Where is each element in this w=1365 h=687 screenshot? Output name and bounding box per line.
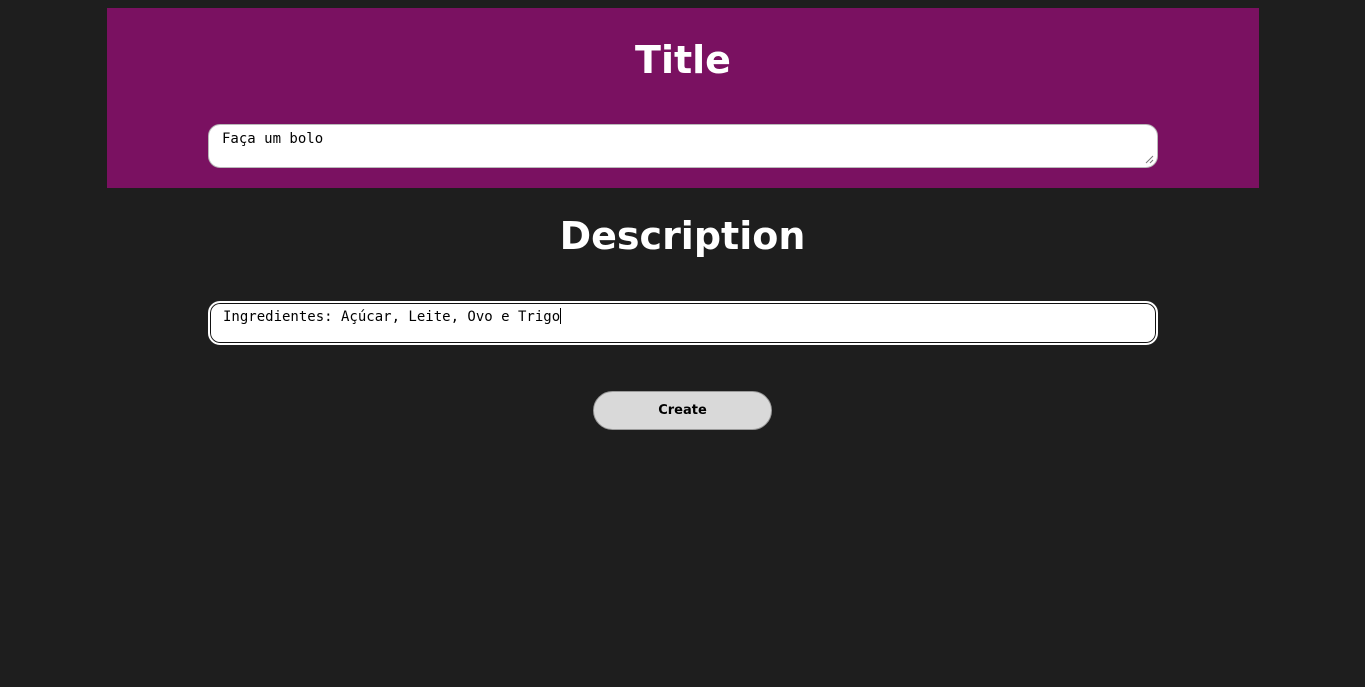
description-input-value: Ingredientes: Açúcar, Leite, Ovo e Trigo — [223, 309, 561, 325]
title-input[interactable]: Faça um bolo — [208, 124, 1158, 168]
create-button[interactable]: Create — [593, 391, 772, 430]
text-cursor — [560, 308, 562, 324]
title-input-value: Faça um bolo — [222, 131, 324, 147]
title-section: Title Faça um bolo — [107, 8, 1259, 188]
title-heading: Title — [635, 38, 731, 82]
resize-handle-icon[interactable] — [1145, 155, 1154, 164]
description-heading: Description — [559, 214, 806, 258]
description-input[interactable]: Ingredientes: Açúcar, Leite, Ovo e Trigo — [208, 301, 1158, 345]
